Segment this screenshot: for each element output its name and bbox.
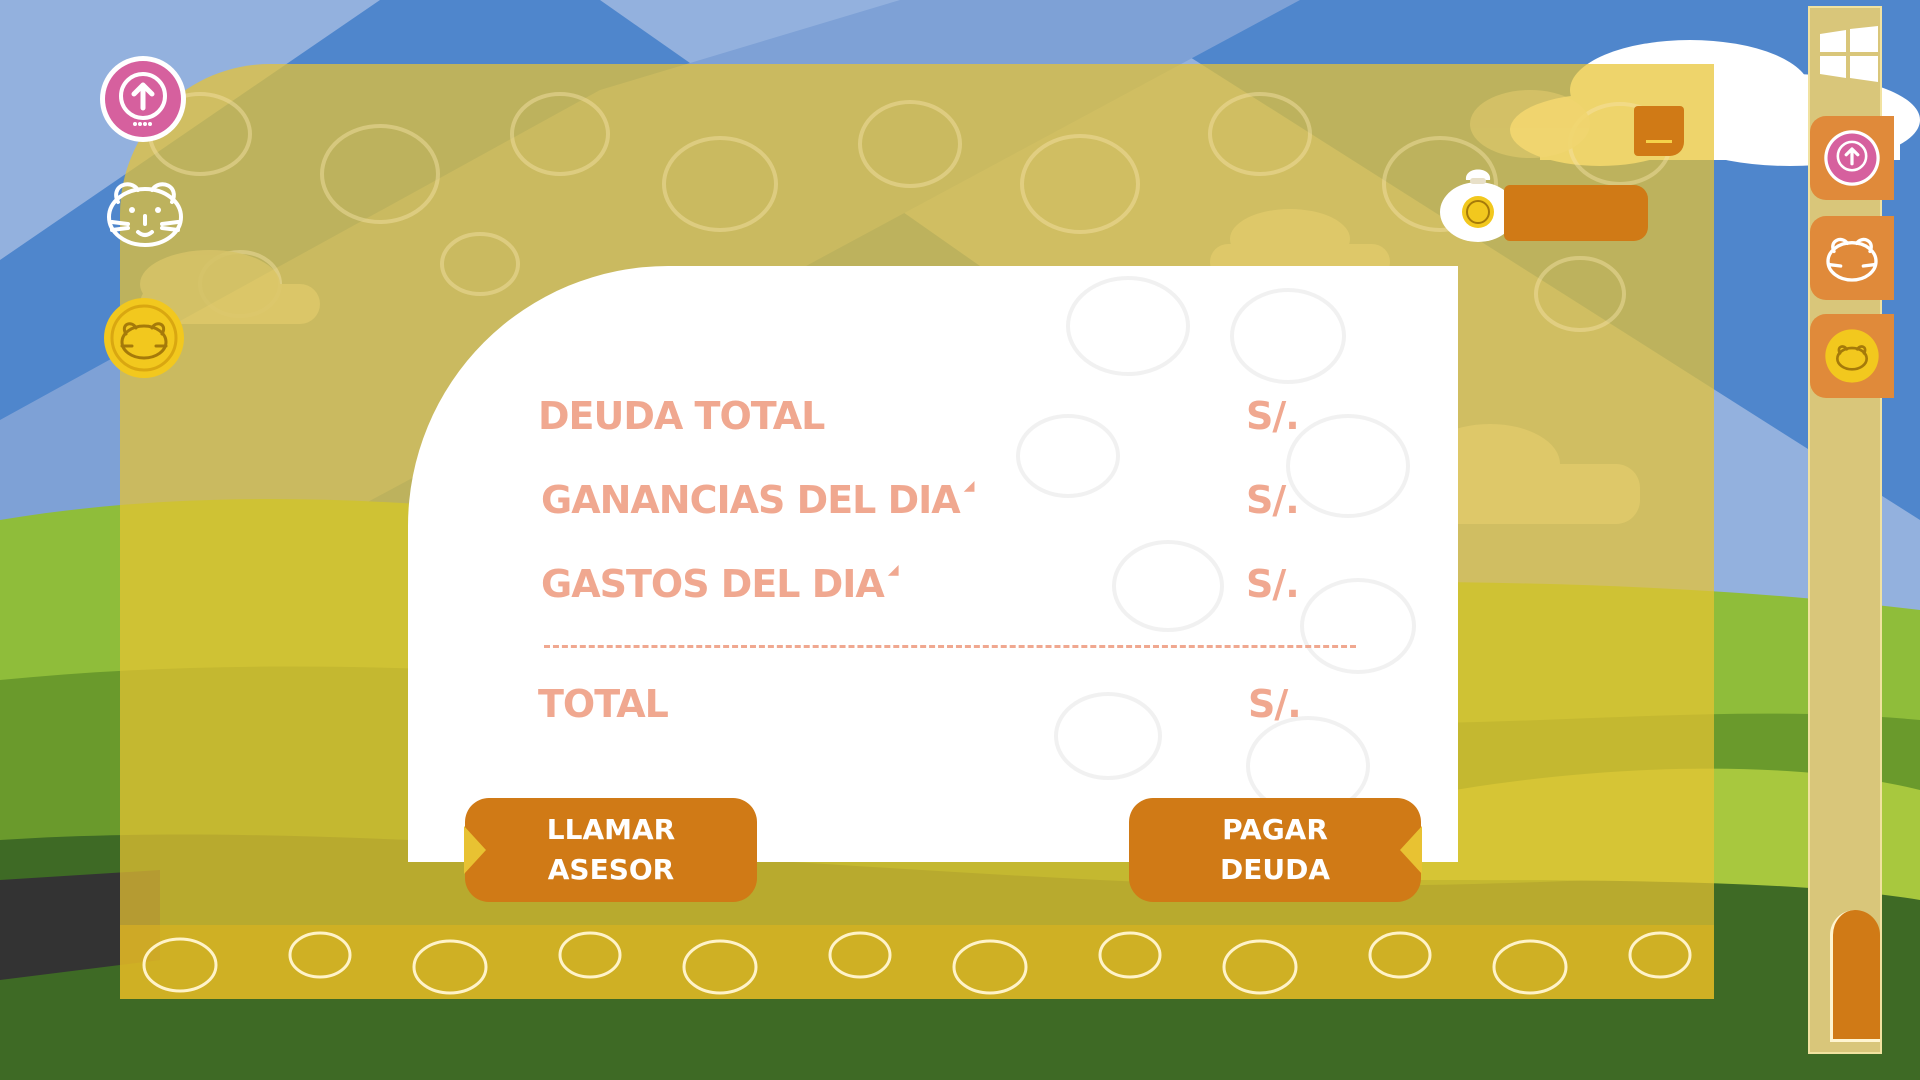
ribbon-notch <box>1400 826 1422 874</box>
daily-expenses-currency: S/. <box>1246 562 1300 606</box>
menu-icon <box>1646 140 1672 143</box>
debt-total-label: DEUDA TOTAL <box>538 394 825 438</box>
guinea-pig-coin-icon <box>1825 329 1879 383</box>
side-tab-coin[interactable] <box>1810 314 1894 398</box>
daily-earnings-currency: S/. <box>1246 478 1300 522</box>
balance-bar <box>1504 185 1648 241</box>
call-advisor-line2: ASESOR <box>547 853 675 886</box>
bottom-pattern-strip <box>120 925 1714 999</box>
upload-icon[interactable] <box>98 54 188 144</box>
daily-earnings-row: GANANCIAS DEL DIA ◢ <box>541 478 975 522</box>
pay-debt-button[interactable]: PAGAR DEUDA <box>1129 798 1422 902</box>
ribbon-notch <box>464 826 486 874</box>
dashed-divider <box>544 645 1356 648</box>
pay-debt-line2: DEUDA <box>1219 853 1331 886</box>
daily-expenses-row: GASTOS DEL DIA ◢ <box>541 562 899 606</box>
debt-summary-card: DEUDA TOTAL S/. GANANCIAS DEL DIA ◢ S/. G… <box>408 266 1458 862</box>
guinea-pig-icon <box>1826 237 1878 282</box>
pay-debt-line1: PAGAR <box>1222 813 1328 846</box>
upload-icon <box>1824 130 1880 186</box>
total-label: TOTAL <box>538 682 669 726</box>
total-currency: S/. <box>1248 682 1302 726</box>
marker-icon: ◢ <box>887 562 899 578</box>
call-advisor-line1: LLAMAR <box>546 813 676 846</box>
marker-icon: ◢ <box>963 478 975 494</box>
menu-button[interactable] <box>1634 106 1684 156</box>
call-advisor-button[interactable]: LLAMAR ASESOR <box>464 798 757 902</box>
debt-total-currency: S/. <box>1246 394 1300 438</box>
windows-logo-icon[interactable] <box>1820 26 1880 82</box>
guinea-pig-icon[interactable] <box>100 172 190 252</box>
side-tab-guinea-pig[interactable] <box>1810 216 1894 300</box>
daily-expenses-label: GASTOS DEL DIA <box>541 562 885 606</box>
sidebar-scroll-handle[interactable] <box>1830 910 1880 1042</box>
bottom-guinea-pig-pattern <box>142 931 1692 995</box>
side-tab-upload[interactable] <box>1810 116 1894 200</box>
daily-earnings-label: GANANCIAS DEL DIA <box>541 478 961 522</box>
guinea-pig-coin-icon[interactable] <box>102 296 186 380</box>
